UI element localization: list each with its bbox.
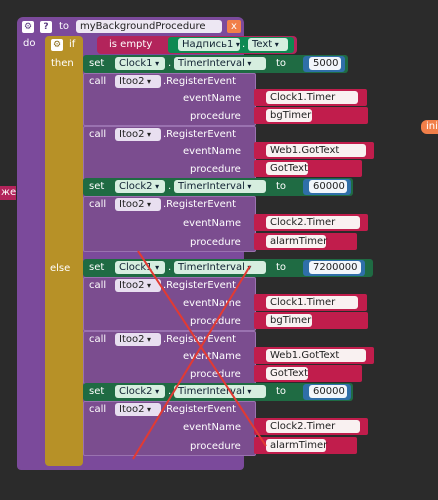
strike-line-1 (137, 250, 267, 447)
strike-through-annotation (132, 250, 267, 460)
strike-line-2 (132, 265, 251, 460)
